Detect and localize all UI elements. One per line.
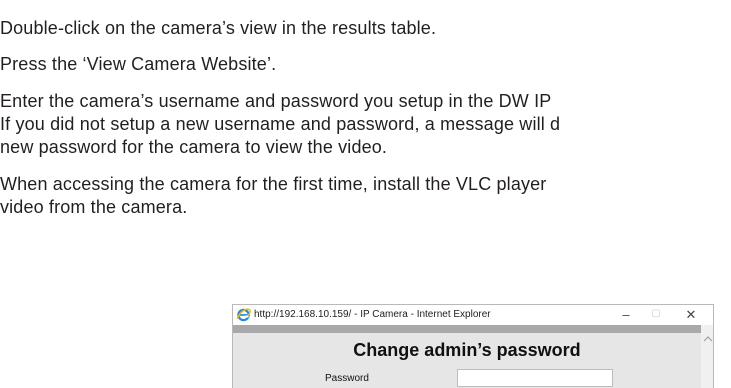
step-double-click: Double-click on the camera’s view in the… bbox=[0, 18, 437, 38]
password-label: Password bbox=[325, 373, 369, 384]
step-new-password: new password for the camera to view the … bbox=[0, 137, 388, 157]
step-video-from-camera: video from the camera. bbox=[0, 197, 188, 217]
maximize-button[interactable]: ☐ bbox=[645, 306, 667, 324]
minimize-button[interactable]: – bbox=[615, 306, 637, 324]
ie-window: http://192.168.10.159/ - IP Camera - Int… bbox=[232, 304, 714, 388]
close-button[interactable]: ✕ bbox=[680, 306, 702, 324]
step-install-vlc: When accessing the camera for the first … bbox=[0, 174, 547, 194]
instruction-text: Double-click on the camera’s view in the… bbox=[0, 0, 731, 240]
vertical-scrollbar[interactable] bbox=[701, 325, 713, 388]
step-setup-message: If you did not setup a new username and … bbox=[0, 114, 561, 134]
change-password-heading: Change admin’s password bbox=[353, 340, 581, 360]
password-input[interactable] bbox=[457, 369, 613, 387]
window-title: http://192.168.10.159/ - IP Camera - Int… bbox=[254, 309, 491, 320]
document-page: Double-click on the camera’s view in the… bbox=[0, 0, 731, 388]
internet-explorer-icon bbox=[236, 308, 251, 322]
ie-titlebar[interactable]: http://192.168.10.159/ - IP Camera - Int… bbox=[233, 305, 713, 325]
step-press-view-website: Press the ‘View Camera Website’. bbox=[0, 54, 277, 74]
scroll-up-icon[interactable] bbox=[703, 335, 713, 343]
page-content: Change admin’s password Password bbox=[233, 325, 701, 388]
step-enter-credentials: Enter the camera’s username and password… bbox=[0, 91, 552, 111]
